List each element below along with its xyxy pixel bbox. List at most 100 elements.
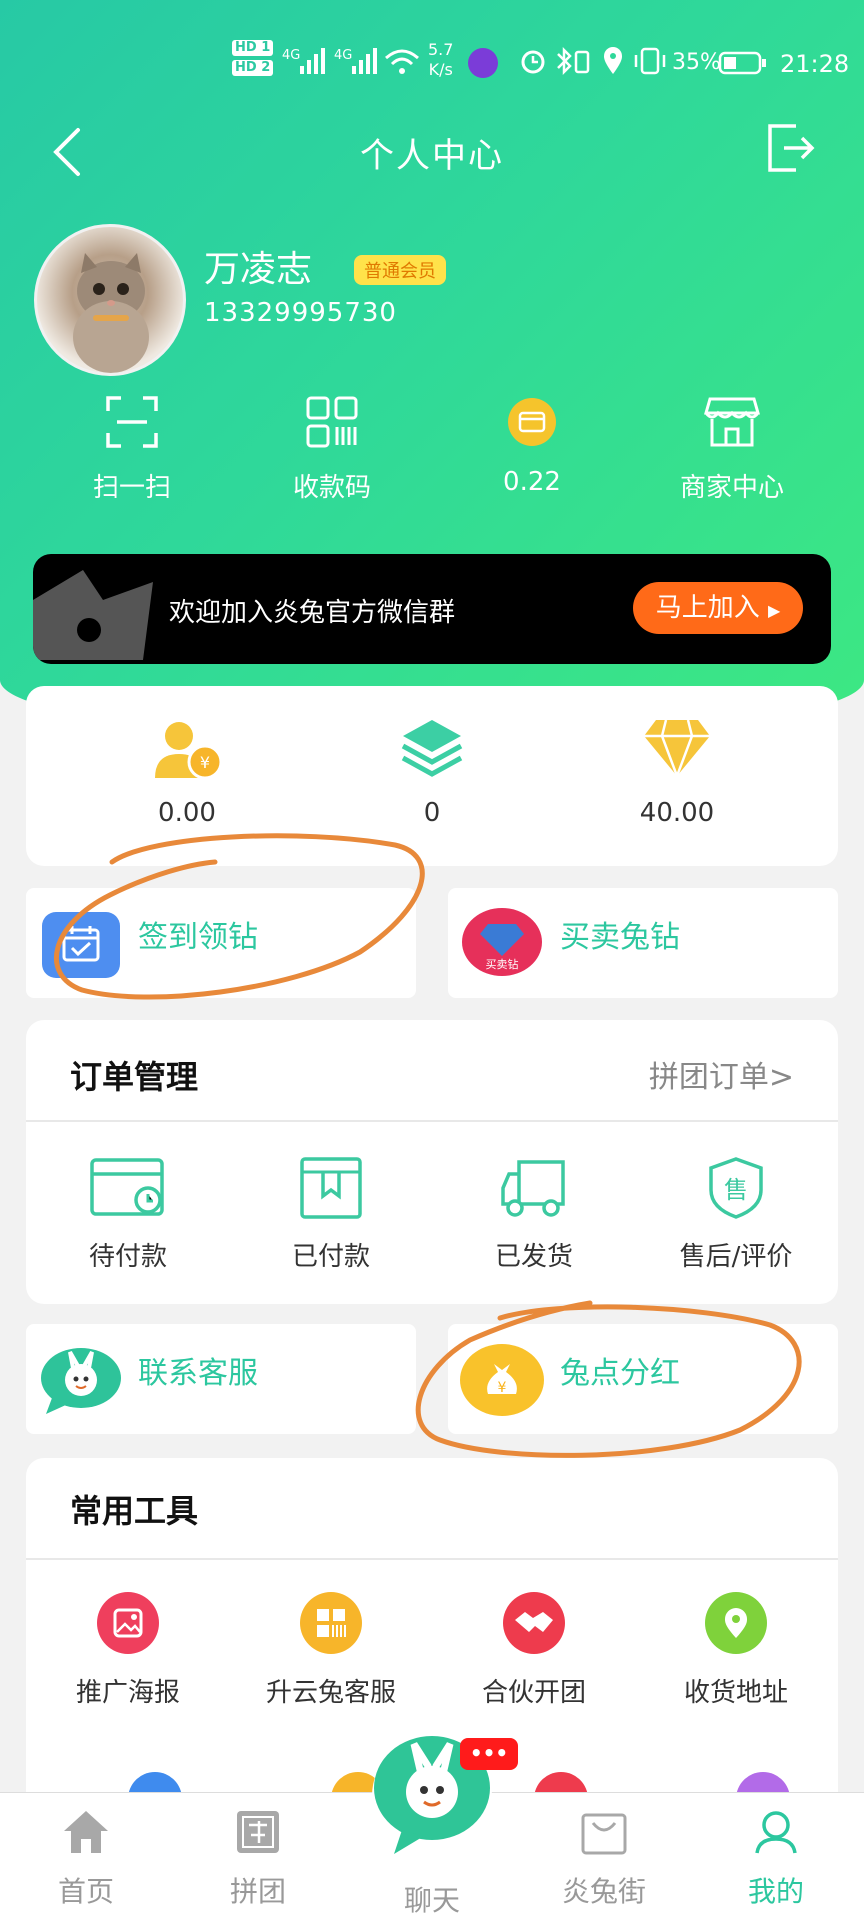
location-icon bbox=[705, 1592, 767, 1654]
svg-text:¥: ¥ bbox=[200, 753, 210, 772]
dividend-label: 兔点分红 bbox=[560, 1356, 680, 1391]
tab-street[interactable]: 炎兔街 bbox=[534, 1807, 674, 1910]
sim2-label: HD 2 bbox=[232, 60, 274, 76]
svg-text:¥: ¥ bbox=[498, 1380, 507, 1396]
tool-address[interactable]: 收货地址 bbox=[636, 1592, 836, 1709]
rabbit-chat-icon bbox=[41, 1348, 121, 1414]
orders-title: 订单管理 bbox=[70, 1058, 199, 1096]
tool-label: 推广海报 bbox=[75, 1678, 180, 1708]
store-icon bbox=[704, 397, 760, 447]
member-badge: 普通会员 bbox=[354, 255, 446, 285]
quick-action-balance[interactable]: 0.22 bbox=[432, 395, 632, 497]
diamond-icon bbox=[644, 719, 710, 780]
join-now-button[interactable]: 马上加入 ▶ bbox=[633, 582, 803, 634]
qr-code-icon bbox=[306, 396, 358, 448]
join-now-label: 马上加入 bbox=[655, 593, 760, 623]
tab-label: 我的 bbox=[747, 1875, 804, 1908]
clock: 21:28 bbox=[780, 50, 850, 78]
layers-icon bbox=[401, 720, 463, 777]
order-label: 已付款 bbox=[291, 1242, 370, 1272]
net-speed-value: 5.7 bbox=[428, 40, 454, 59]
quick-action-label: 收款码 bbox=[292, 473, 371, 503]
checkin-label: 签到领钻 bbox=[138, 920, 258, 955]
contact-support-card[interactable]: 联系客服 bbox=[26, 1324, 416, 1434]
order-after-sales[interactable]: 售 售后/评价 bbox=[636, 1156, 836, 1273]
avatar[interactable] bbox=[34, 224, 186, 376]
tool-poster[interactable]: 推广海报 bbox=[28, 1592, 228, 1709]
divider bbox=[26, 1558, 838, 1560]
order-label: 待付款 bbox=[88, 1242, 167, 1272]
quick-action-qr[interactable]: 收款码 bbox=[232, 395, 432, 504]
order-pending-payment[interactable]: 待付款 bbox=[28, 1156, 228, 1273]
tab-label: 聊天 bbox=[403, 1884, 460, 1917]
order-paid[interactable]: 已付款 bbox=[231, 1156, 431, 1273]
profile-icon bbox=[755, 1811, 797, 1854]
page-title: 个人中心 bbox=[360, 136, 504, 176]
wifi-icon bbox=[385, 49, 419, 74]
signal1-icon bbox=[300, 48, 325, 74]
tools-title: 常用工具 bbox=[70, 1492, 199, 1530]
cat-avatar-image bbox=[73, 253, 149, 373]
trade-icon-text: 买卖钻 bbox=[486, 957, 519, 971]
crown-icon bbox=[33, 570, 153, 660]
tab-label: 首页 bbox=[57, 1875, 114, 1908]
money-bag-icon: ¥ bbox=[460, 1344, 544, 1416]
tool-partner[interactable]: 合伙开团 bbox=[434, 1592, 634, 1709]
group-buy-icon bbox=[237, 1811, 279, 1853]
shield-sale-text: 售 bbox=[724, 1176, 748, 1204]
orders-card: 订单管理 拼团订单> 待付款 已付款 已发货 售 售后/评价 bbox=[26, 1020, 838, 1304]
order-label: 已发货 bbox=[494, 1242, 573, 1272]
logout-icon[interactable] bbox=[766, 122, 818, 174]
alarm-icon bbox=[521, 50, 545, 74]
tool-label: 收货地址 bbox=[683, 1678, 788, 1708]
tab-label: 炎兔街 bbox=[561, 1875, 646, 1908]
order-label: 售后/评价 bbox=[679, 1242, 793, 1272]
quick-action-label: 扫一扫 bbox=[92, 473, 171, 503]
chat-badge: ••• bbox=[460, 1738, 518, 1770]
tab-group-buy[interactable]: 拼团 bbox=[188, 1807, 328, 1910]
quick-action-label: 商家中心 bbox=[679, 473, 784, 503]
quick-action-label: 0.22 bbox=[503, 467, 561, 497]
truck-icon bbox=[501, 1160, 565, 1217]
app-notification-icon bbox=[468, 48, 498, 78]
quick-action-store[interactable]: 商家中心 bbox=[632, 395, 832, 504]
wechat-group-banner[interactable]: 欢迎加入炎兔官方微信群 马上加入 ▶ bbox=[33, 554, 831, 664]
stat-value: 0.00 bbox=[158, 798, 216, 828]
coin-card-icon bbox=[508, 398, 556, 446]
trade-diamonds-card[interactable]: 买卖钻 买卖兔钻 bbox=[448, 888, 838, 998]
home-icon bbox=[64, 1811, 108, 1853]
user-name: 万凌志 bbox=[204, 249, 313, 290]
banner-text: 欢迎加入炎兔官方微信群 bbox=[169, 598, 456, 628]
stat-value: 40.00 bbox=[639, 798, 715, 828]
user-phone: 13329995730 bbox=[204, 298, 397, 328]
wallet-clock-icon bbox=[90, 1158, 164, 1216]
tab-mine[interactable]: 我的 bbox=[706, 1807, 846, 1910]
shopping-bag-icon bbox=[581, 1813, 627, 1855]
title-bar: 个人中心 bbox=[0, 100, 864, 200]
net-speed: 5.7 K/s bbox=[428, 40, 453, 80]
signal2-icon bbox=[352, 48, 377, 74]
tab-label: 拼团 bbox=[229, 1875, 286, 1908]
vibrate-icon bbox=[634, 47, 666, 75]
user-yuan-icon: ¥ bbox=[155, 722, 223, 780]
dividend-card[interactable]: ¥ 兔点分红 bbox=[448, 1324, 838, 1434]
bluetooth-battery-icon bbox=[557, 46, 590, 76]
trade-label: 买卖兔钻 bbox=[560, 920, 680, 955]
contact-support-label: 联系客服 bbox=[138, 1356, 258, 1391]
tool-label: 升云兔客服 bbox=[265, 1678, 396, 1708]
tab-home[interactable]: 首页 bbox=[16, 1807, 156, 1910]
play-arrow-icon: ▶ bbox=[767, 601, 781, 620]
grid-service-icon bbox=[300, 1592, 362, 1654]
net-speed-unit: K/s bbox=[428, 60, 453, 79]
checkin-card[interactable]: 签到领钻 bbox=[26, 888, 416, 998]
tool-service[interactable]: 升云兔客服 bbox=[231, 1592, 431, 1709]
order-shipped[interactable]: 已发货 bbox=[434, 1156, 634, 1273]
sim-indicators: HD 1 HD 2 bbox=[232, 40, 274, 76]
battery-percent: 35% bbox=[672, 50, 721, 75]
quick-action-scan[interactable]: 扫一扫 bbox=[32, 395, 232, 504]
divider bbox=[26, 1120, 838, 1122]
group-orders-link[interactable]: 拼团订单> bbox=[649, 1052, 794, 1096]
bookmark-box-icon bbox=[300, 1157, 362, 1219]
trade-diamond-icon: 买卖钻 bbox=[462, 908, 542, 976]
tab-chat[interactable]: 聊天 bbox=[362, 1873, 502, 1919]
